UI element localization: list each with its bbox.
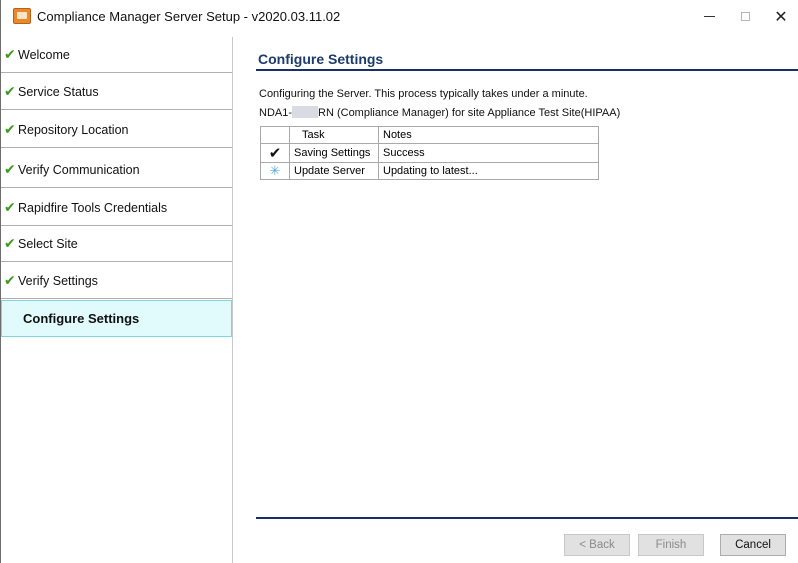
wizard-steps-sidebar: ✔ Welcome ✔ Service Status ✔ Repository … <box>1 37 233 563</box>
table-row: ✔ Saving Settings Success <box>260 143 599 163</box>
setup-window: Compliance Manager Server Setup - v2020.… <box>0 0 798 563</box>
step-label: Verify Communication <box>18 162 140 177</box>
task-column-header: Task <box>289 126 379 144</box>
footer-divider <box>256 517 798 519</box>
check-icon: ✔ <box>4 235 16 252</box>
check-icon: ✔ <box>4 46 16 63</box>
maximize-button[interactable] <box>727 0 763 33</box>
step-label: Welcome <box>18 47 70 62</box>
step-verify-settings: ✔ Verify Settings <box>1 263 232 299</box>
minimize-button[interactable] <box>691 0 727 33</box>
step-label: Repository Location <box>18 122 129 137</box>
step-service-status: ✔ Service Status <box>1 74 232 110</box>
app-icon <box>13 8 31 24</box>
step-label: Select Site <box>18 236 78 251</box>
check-icon: ✔ <box>4 199 16 216</box>
check-icon: ✔ <box>4 161 16 178</box>
main-content: Configure Settings Configuring the Serve… <box>234 37 798 563</box>
status-cell: ✳ <box>260 162 290 180</box>
notes-cell: Success <box>378 143 599 163</box>
step-label: Rapidfire Tools Credentials <box>18 200 168 215</box>
step-configure-settings: Configure Settings <box>1 300 232 337</box>
step-label: Service Status <box>18 84 99 99</box>
notes-cell: Updating to latest... <box>378 162 599 180</box>
step-repository-location: ✔ Repository Location <box>1 112 232 148</box>
heading-divider <box>256 69 798 71</box>
check-icon: ✔ <box>4 272 16 289</box>
close-button[interactable]: ✕ <box>763 0 798 33</box>
finish-button[interactable]: Finish <box>638 534 704 556</box>
server-info: NDA1- RN (Compliance Manager) for site Ap… <box>259 106 620 119</box>
step-label: Verify Settings <box>18 273 98 288</box>
title-bar[interactable]: Compliance Manager Server Setup - v2020.… <box>1 0 798 33</box>
step-label: Configure Settings <box>23 311 140 326</box>
minimize-icon <box>703 16 715 17</box>
redacted-text <box>292 106 319 118</box>
check-icon: ✔ <box>268 144 282 162</box>
step-select-site: ✔ Select Site <box>1 226 232 262</box>
progress-description: Configuring the Server. This process typ… <box>259 88 588 100</box>
task-cell: Saving Settings <box>289 143 379 163</box>
spinner-icon: ✳ <box>269 163 281 179</box>
step-verify-communication: ✔ Verify Communication <box>1 152 232 188</box>
step-welcome: ✔ Welcome <box>1 37 232 73</box>
cancel-button[interactable]: Cancel <box>720 534 786 556</box>
table-row: ✳ Update Server Updating to latest... <box>260 162 599 180</box>
table-header-row: Task Notes <box>260 126 599 144</box>
maximize-icon <box>740 12 750 21</box>
back-button[interactable]: < Back <box>564 534 630 556</box>
step-rapidfire-tools-credentials: ✔ Rapidfire Tools Credentials <box>1 190 232 226</box>
task-cell: Update Server <box>289 162 379 180</box>
status-column-header <box>260 126 290 144</box>
window-title: Compliance Manager Server Setup - v2020.… <box>37 9 341 24</box>
status-cell: ✔ <box>260 143 290 163</box>
server-suffix: RN (Compliance Manager) for site Applian… <box>318 107 621 119</box>
close-icon: ✕ <box>774 8 788 26</box>
notes-column-header: Notes <box>378 126 599 144</box>
check-icon: ✔ <box>4 121 16 138</box>
task-table: Task Notes ✔ Saving Settings Success ✳ U… <box>260 126 599 180</box>
check-icon: ✔ <box>4 83 16 100</box>
page-title: Configure Settings <box>258 51 384 67</box>
server-prefix: NDA1- <box>259 107 293 119</box>
